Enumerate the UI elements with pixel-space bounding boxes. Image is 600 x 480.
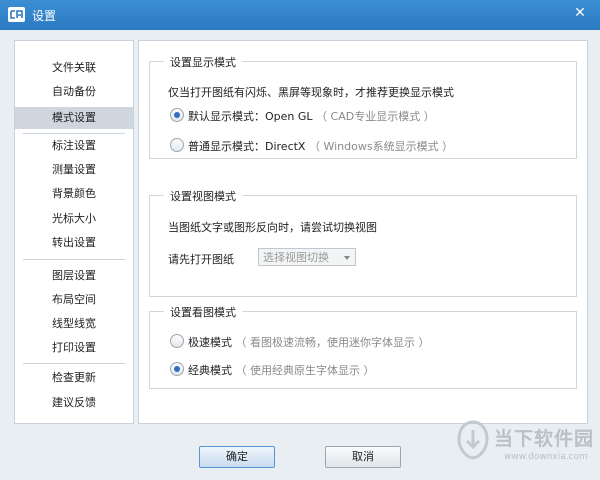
read-mode-group: 设置看图模式 极速模式 （ 看图极速流畅，使用迷你字体显示 ） 经典模式 （ 使…: [149, 304, 577, 389]
display-mode-title: 设置显示模式: [164, 54, 242, 70]
cad-app-icon: [8, 7, 25, 22]
opengl-label[interactable]: 默认显示模式：Open GL （ CAD专业显示模式 ）: [188, 108, 435, 124]
fast-mode-radio[interactable]: [170, 334, 184, 348]
sidebar-item-layers[interactable]: 图层设置: [15, 265, 133, 287]
settings-window: 设置 ✕ 文件关联 自动备份 模式设置 标注设置 测量设置 背景颜色 光标大小 …: [0, 0, 600, 480]
fast-mode-label-text: 极速模式: [188, 336, 232, 349]
sidebar-divider: [23, 133, 125, 134]
sidebar-divider: [23, 363, 125, 364]
classic-mode-label[interactable]: 经典模式 （ 使用经典原生字体显示 ）: [188, 362, 375, 378]
sidebar-item-auto-backup[interactable]: 自动备份: [15, 81, 133, 103]
view-switch-select[interactable]: 选择视图切换: [258, 248, 356, 266]
watermark-name: 当下软件园: [494, 428, 595, 450]
sidebar-item-mode-settings[interactable]: 模式设置: [15, 107, 133, 129]
view-switch-select-value: 选择视图切换: [263, 251, 329, 264]
directx-radio[interactable]: [170, 138, 184, 152]
sidebar-divider: [23, 259, 125, 260]
sidebar-item-file-association[interactable]: 文件关联: [15, 57, 133, 79]
open-drawing-label: 请先打开图纸: [168, 253, 234, 266]
cancel-button[interactable]: 取消: [325, 446, 401, 468]
classic-mode-radio[interactable]: [170, 362, 184, 376]
classic-mode-label-text: 经典模式: [188, 364, 232, 377]
sidebar-item-background-color[interactable]: 背景颜色: [15, 183, 133, 205]
close-button[interactable]: ✕: [572, 5, 588, 21]
fast-mode-label[interactable]: 极速模式 （ 看图极速流畅，使用迷你字体显示 ）: [188, 334, 430, 350]
directx-hint: （ Windows系统显示模式 ）: [308, 140, 454, 153]
directx-label-text: 普通显示模式：DirectX: [188, 140, 306, 153]
sidebar-item-annotation[interactable]: 标注设置: [15, 135, 133, 157]
ok-button[interactable]: 确定: [199, 446, 275, 468]
watermark-url: www.downxia.com: [504, 452, 588, 462]
view-mode-group: 设置视图模式 当图纸文字或图形反向时，请尝试切换视图 请先打开图纸 选择视图切换: [149, 188, 577, 297]
title-bar: 设置 ✕: [0, 0, 600, 30]
window-title: 设置: [32, 9, 57, 23]
settings-sidebar: 文件关联 自动备份 模式设置 标注设置 测量设置 背景颜色 光标大小 转出设置 …: [14, 40, 134, 424]
sidebar-item-layout-space[interactable]: 布局空间: [15, 289, 133, 311]
chevron-down-icon: [344, 256, 350, 260]
directx-label[interactable]: 普通显示模式：DirectX （ Windows系统显示模式 ）: [188, 138, 453, 154]
opengl-radio[interactable]: [170, 108, 184, 122]
display-mode-description: 仅当打开图纸有闪烁、黑屏等现象时，才推荐更换显示模式: [168, 86, 454, 99]
watermark-logo-icon: [457, 420, 489, 460]
sidebar-item-check-update[interactable]: 检查更新: [15, 367, 133, 389]
sidebar-item-export[interactable]: 转出设置: [15, 232, 133, 254]
sidebar-item-measure[interactable]: 测量设置: [15, 159, 133, 181]
opengl-label-text: 默认显示模式：Open GL: [188, 110, 313, 123]
sidebar-item-print[interactable]: 打印设置: [15, 337, 133, 359]
fast-mode-hint: （ 看图极速流畅，使用迷你字体显示 ）: [235, 336, 430, 349]
view-mode-description: 当图纸文字或图形反向时，请尝试切换视图: [168, 221, 377, 234]
display-mode-group: 设置显示模式 仅当打开图纸有闪烁、黑屏等现象时，才推荐更换显示模式 默认显示模式…: [149, 54, 577, 159]
view-mode-title: 设置视图模式: [164, 188, 242, 204]
sidebar-item-linetype[interactable]: 线型线宽: [15, 313, 133, 335]
site-watermark: 当下软件园 www.downxia.com: [450, 418, 600, 480]
settings-main-panel: 设置显示模式 仅当打开图纸有闪烁、黑屏等现象时，才推荐更换显示模式 默认显示模式…: [138, 40, 588, 424]
sidebar-item-feedback[interactable]: 建议反馈: [15, 392, 133, 414]
sidebar-item-cursor-size[interactable]: 光标大小: [15, 208, 133, 230]
classic-mode-hint: （ 使用经典原生字体显示 ）: [235, 364, 375, 377]
opengl-hint: （ CAD专业显示模式 ）: [316, 110, 435, 123]
read-mode-title: 设置看图模式: [164, 304, 242, 320]
